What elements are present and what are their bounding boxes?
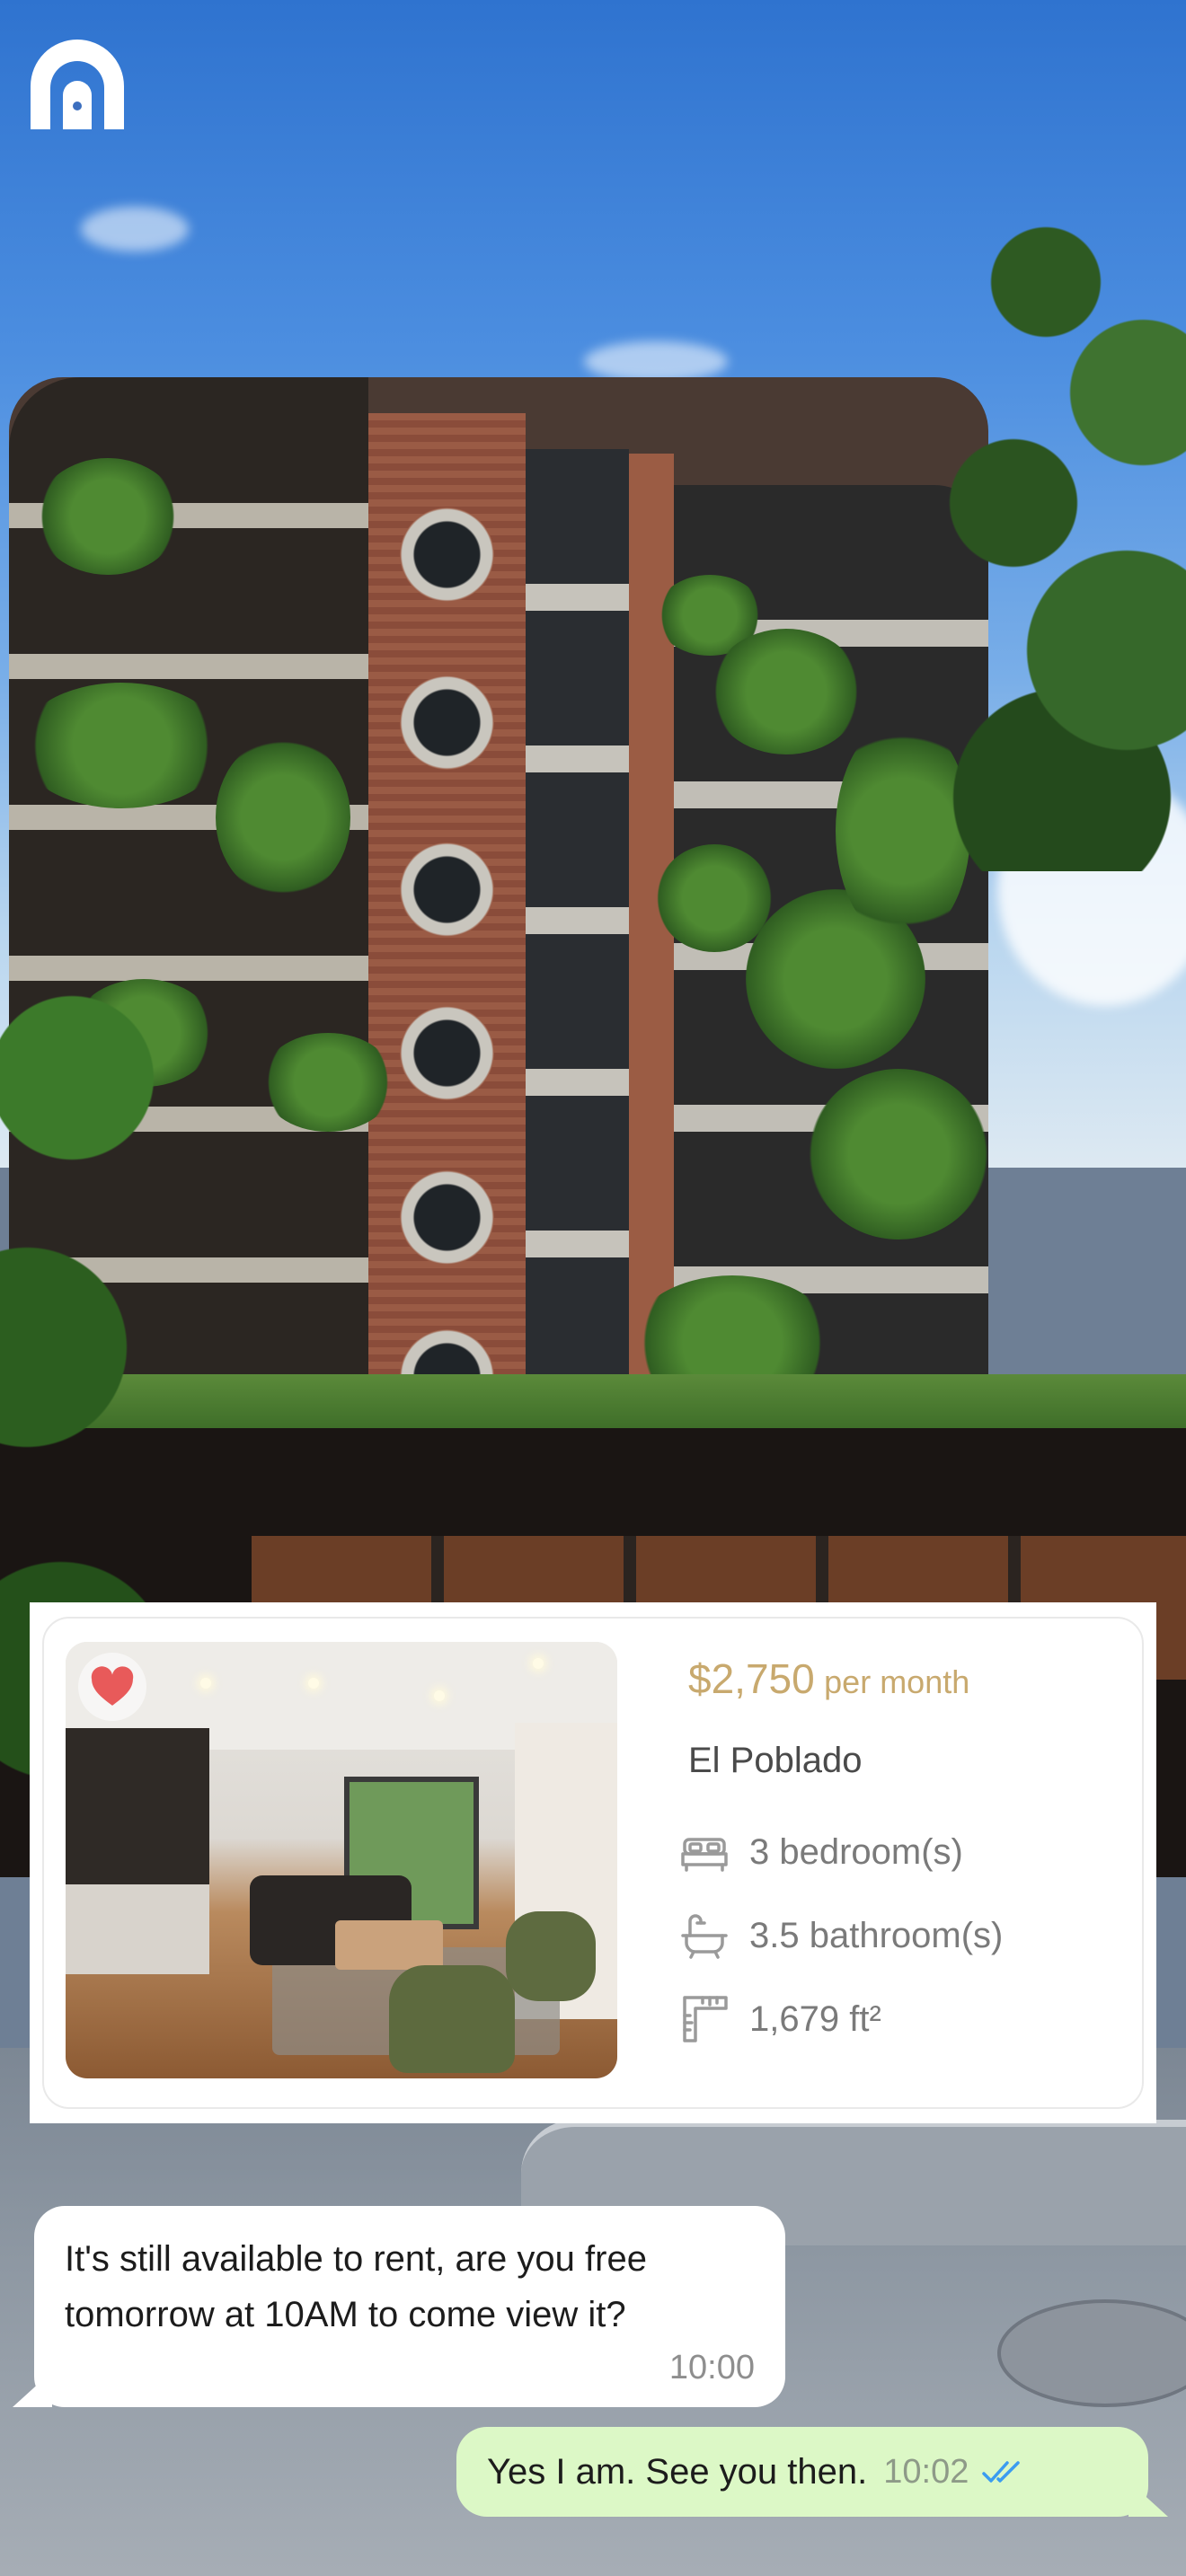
bedrooms-label: 3 bedroom(s) (749, 1831, 963, 1872)
incoming-message-text: It's still available to rent, are you fr… (65, 2239, 647, 2334)
app-logo[interactable] (27, 36, 128, 133)
background-photo (0, 0, 1186, 2576)
listing-price: $2,750 (688, 1655, 815, 1702)
listing-area: 1,679 ft² (679, 1994, 881, 2044)
outgoing-message-time: 10:02 (883, 2452, 969, 2491)
ruler-icon (683, 1996, 728, 2042)
heart-icon (91, 1666, 134, 1706)
area-label: 1,679 ft² (749, 1998, 881, 2039)
bed-icon (681, 1838, 728, 1872)
double-check-icon (982, 2461, 1021, 2483)
outgoing-message-bubble[interactable]: Yes I am. See you then. 10:02 (456, 2427, 1168, 2517)
incoming-message-time: 10:00 (668, 2349, 755, 2386)
listing-bedrooms: 3 bedroom(s) (679, 1827, 963, 1877)
listing-photo[interactable] (66, 1642, 617, 2078)
incoming-message-bubble[interactable]: It's still available to rent, are you fr… (13, 2206, 785, 2407)
outgoing-message-text: Yes I am. See you then. (487, 2451, 868, 2492)
arch-door-logo-icon (31, 40, 124, 129)
listing-location: El Poblado (688, 1741, 863, 1780)
bathtub-icon (681, 1914, 728, 1959)
bathrooms-label: 3.5 bathroom(s) (749, 1915, 1004, 1955)
listing-price-period: per month (824, 1663, 970, 1700)
listing-bathrooms: 3.5 bathroom(s) (679, 1910, 1003, 1961)
listing-price-line: $2,750 per month (688, 1654, 969, 1703)
listing-card[interactable] (30, 1602, 1156, 2123)
favorite-button[interactable] (78, 1653, 146, 1721)
